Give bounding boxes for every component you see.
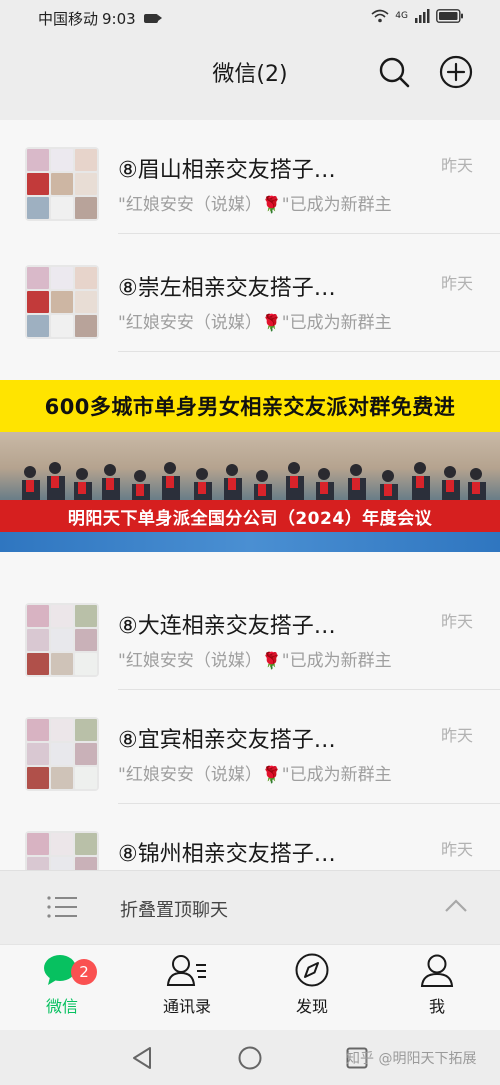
tab-chats[interactable]: 2 微信 (17, 953, 107, 1029)
divider (118, 351, 500, 352)
preview-prefix: "红娘安安（说媒） (118, 313, 262, 333)
search-icon (379, 57, 410, 88)
rose-icon: 🌹 (261, 651, 282, 670)
rose-icon: 🌹 (261, 195, 282, 214)
back-triangle-icon[interactable] (130, 1045, 156, 1071)
network-type: 4G (395, 11, 408, 21)
chat-name: ⑧眉山相亲交友搭子… (118, 158, 336, 183)
preview-prefix: "红娘安安（说媒） (118, 195, 262, 215)
tab-label: 微信 (45, 997, 78, 1016)
group-avatar (25, 265, 99, 339)
chat-row[interactable]: ⑧眉山相亲交友搭子… 昨天 "红娘安安（说媒）🌹"已成为新群主 (0, 120, 500, 234)
home-circle-icon[interactable] (237, 1045, 263, 1071)
chevron-up-icon[interactable] (444, 897, 468, 913)
chat-preview: "红娘安安（说媒）🌹"已成为新群主 (118, 308, 458, 333)
add-button[interactable] (438, 54, 474, 90)
signal-icon (415, 9, 430, 23)
chat-row[interactable]: ⑧宜宾相亲交友搭子… 昨天 "红娘安安（说媒）🌹"已成为新群主 (0, 690, 500, 804)
watermark: 知乎 @明阳天下拓展 (346, 1051, 477, 1067)
tab-discover[interactable]: 发现 (267, 953, 357, 1029)
tab-me[interactable]: 我 (392, 953, 482, 1029)
contacts-icon (166, 955, 206, 986)
wifi-icon (371, 9, 389, 23)
chat-preview: "红娘安安（说媒）🌹"已成为新群主 (118, 190, 458, 215)
camera-indicator-icon (143, 14, 162, 23)
ad-headline: 600多城市单身男女相亲交友派对群免费进 (0, 380, 500, 432)
chat-time: 昨天 (440, 612, 473, 631)
chat-row[interactable]: ⑧崇左相亲交友搭子… 昨天 "红娘安安（说媒）🌹"已成为新群主 (0, 238, 500, 352)
rose-icon: 🌹 (261, 313, 282, 332)
divider (118, 233, 500, 234)
chat-time: 昨天 (440, 274, 473, 293)
clock: 9:03 (102, 9, 136, 28)
chat-time: 昨天 (440, 156, 473, 175)
preview-suffix: "已成为新群主 (281, 651, 392, 671)
chat-preview: "红娘安安（说媒）🌹"已成为新群主 (118, 646, 458, 671)
page-title: 微信(2) (212, 62, 288, 87)
chat-row[interactable]: ⑧大连相亲交友搭子… 昨天 "红娘安安（说媒）🌹"已成为新群主 (0, 576, 500, 690)
chat-preview: "红娘安安（说媒）🌹"已成为新群主 (118, 760, 458, 785)
battery-icon (436, 9, 463, 23)
tab-label: 通讯录 (162, 997, 211, 1016)
search-button[interactable] (376, 54, 412, 90)
chat-name: ⑧大连相亲交友搭子… (118, 614, 336, 639)
top-header: 微信(2) (0, 34, 500, 110)
tab-label: 发现 (295, 997, 328, 1016)
preview-suffix: "已成为新群主 (281, 313, 392, 333)
chat-time: 昨天 (440, 726, 473, 745)
chat-time: 昨天 (440, 840, 473, 859)
group-avatar (25, 717, 99, 791)
status-bar: 中国移动 9:03 4G (0, 0, 500, 34)
person-icon (420, 954, 454, 987)
ad-banner[interactable]: 600多城市单身男女相亲交友派对群免费进 明阳天下单身派全国分公司（2024）年… (0, 380, 500, 552)
status-right: 4G (371, 9, 464, 23)
chat-row[interactable]: ⑧锦州相亲交友搭子… 昨天 (0, 804, 500, 870)
preview-suffix: "已成为新群主 (281, 765, 392, 785)
tab-contacts[interactable]: 通讯录 (142, 953, 232, 1029)
status-left: 中国移动 9:03 (38, 8, 162, 29)
chat-name: ⑧锦州相亲交友搭子… (118, 842, 336, 867)
tab-label: 我 (428, 997, 445, 1016)
compass-icon (295, 953, 329, 987)
ad-caption: 明阳天下单身派全国分公司（2024）年度会议 (0, 500, 500, 532)
group-avatar (25, 831, 99, 870)
system-nav-bar: 知乎 @明阳天下拓展 (0, 1030, 500, 1085)
chat-name: ⑧崇左相亲交友搭子… (118, 276, 336, 301)
rose-icon: 🌹 (261, 765, 282, 784)
unread-badge: 2 (71, 959, 97, 985)
folded-pinned-chats[interactable]: 折叠置顶聊天 (0, 870, 500, 944)
chat-name: ⑧宜宾相亲交友搭子… (118, 728, 336, 753)
ad-carpet (0, 532, 500, 552)
preview-suffix: "已成为新群主 (281, 195, 392, 215)
wechat-screen: 中国移动 9:03 4G 微信(2) ⑧眉山相亲交友搭子… 昨天 "红娘安安（说… (0, 0, 500, 1085)
group-avatar (25, 603, 99, 677)
folded-chats-label: 折叠置顶聊天 (120, 900, 228, 921)
group-avatar (25, 147, 99, 221)
preview-prefix: "红娘安安（说媒） (118, 765, 262, 785)
preview-prefix: "红娘安安（说媒） (118, 651, 262, 671)
carrier-label: 中国移动 (38, 10, 99, 28)
list-icon (47, 896, 77, 918)
bottom-tab-bar: 2 微信 通讯录 发现 我 (0, 944, 500, 1030)
plus-circle-icon (439, 55, 473, 89)
